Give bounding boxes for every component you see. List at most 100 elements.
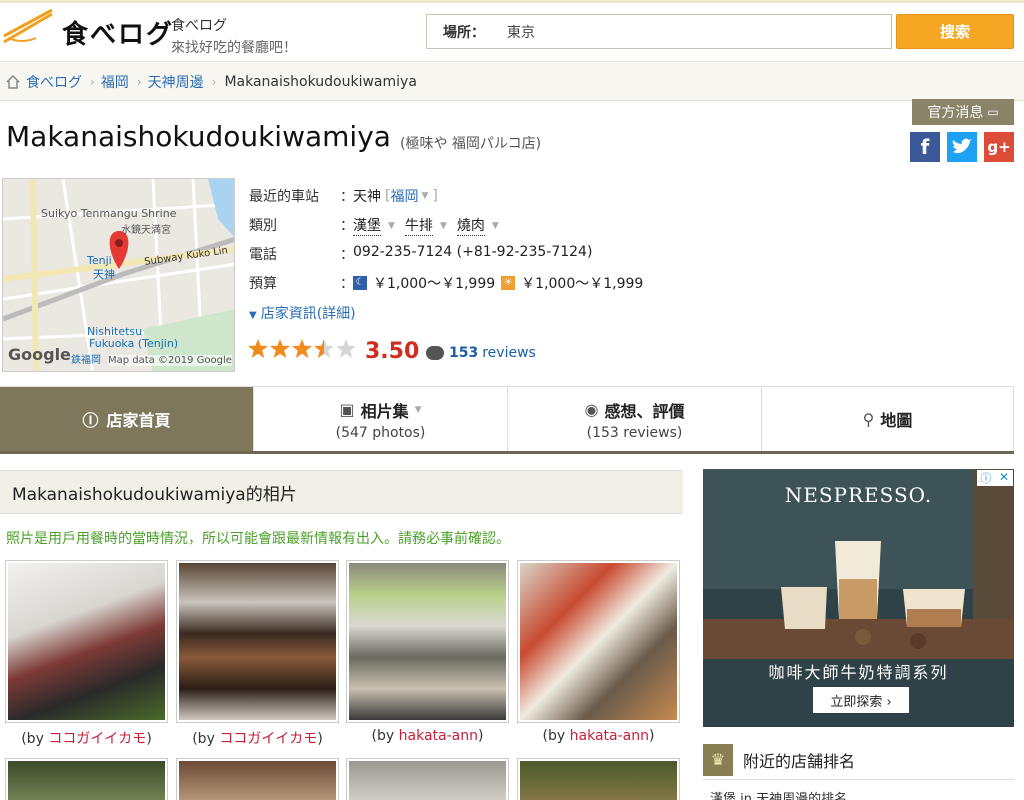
restaurant-subtitle: (極味や 福岡パルコ店) (400, 136, 542, 152)
genre-hamburger[interactable]: 漢堡 (353, 215, 381, 236)
search-location-label: 場所： (443, 24, 485, 41)
location-map[interactable]: Suikyo Tenmangu Shrine 水鏡天満宮 Subway Kuko… (2, 178, 235, 372)
map-label-shrine: Suikyo Tenmangu Shrine (41, 207, 177, 220)
tab-home[interactable]: Ⓘ 店家首頁 (0, 387, 254, 451)
photo-caption: (by ココガイイカモ) (21, 731, 152, 747)
expand-arrow-icon: ▼ (249, 310, 257, 321)
ad-choices[interactable]: ⓘ ✕ (977, 470, 1013, 486)
ad-close-icon[interactable]: ✕ (995, 470, 1013, 486)
photo-thumbnail[interactable] (5, 560, 168, 723)
budget-value: ☾ ￥1,000～￥1,999 ☀ ￥1,000～￥1,999 (353, 273, 643, 293)
budget-lunch: ￥1,000～￥1,999 (521, 276, 644, 292)
restaurant-tabs: Ⓘ 店家首頁 ▣ 相片集 ▼ (547 photos) ◉ 感想、評價 (153 rev… (0, 386, 1014, 454)
ad-info-icon[interactable]: ⓘ (977, 470, 995, 486)
facebook-share-icon[interactable]: f (910, 132, 940, 162)
tab-photos-label: 相片集 (360, 401, 409, 421)
tagline-brand: 食べログ (171, 18, 227, 34)
moon-dinner-icon: ☾ (353, 276, 367, 290)
photo-thumbnail[interactable] (176, 758, 339, 800)
photo-author-link[interactable]: hakata-ann (399, 728, 478, 744)
photo-thumbnail[interactable] (517, 758, 680, 800)
station-colon: ： (340, 189, 354, 205)
tab-map-label: 地圖 (880, 411, 913, 430)
google-logo[interactable]: Google (8, 345, 71, 364)
search-location-input[interactable] (507, 23, 867, 40)
genre-yakiniku[interactable]: 燒肉 (456, 215, 485, 236)
budget-colon: ： (340, 276, 354, 292)
ad-explore-button[interactable]: 立即探索 › (813, 687, 909, 713)
breadcrumb-fukuoka[interactable]: 福岡 (101, 72, 129, 92)
photo-thumbnail[interactable] (346, 560, 509, 723)
photo-author-link[interactable]: hakata-ann (570, 728, 649, 744)
map-label-shrine-jp: 水鏡天満宮 (121, 225, 171, 236)
site-logo[interactable]: 食べログ (62, 14, 174, 51)
twitter-share-icon[interactable] (947, 132, 977, 162)
genre-value: 漢堡 ▼ 牛排 ▼ 燒肉 ▼ (353, 215, 499, 236)
breadcrumb-tenjin[interactable]: 天神周邊 (148, 72, 204, 92)
budget-dinner: ￥1,000～￥1,999 (373, 276, 496, 292)
photo-caption: (by ココガイイカモ) (192, 731, 323, 747)
phone-value: 092-235-7124 (+81-92-235-7124) (353, 244, 593, 260)
official-news-button[interactable]: 官方消息 ▭ (912, 99, 1014, 125)
crown-icon: ♛ (703, 743, 733, 776)
photos-notice: 照片是用戶用餐時的當時情況，所以可能會跟最新情報有出入。請務必事前確認。 (6, 531, 510, 547)
photo-thumbnail[interactable] (176, 560, 339, 723)
reviews-label: reviews (482, 345, 536, 361)
reviews-count: 153 (449, 345, 479, 361)
tab-reviews-count: (153 reviews) (586, 424, 683, 441)
home-icon[interactable] (6, 74, 20, 89)
star-rating-icon (248, 339, 356, 358)
map-pin-icon: ⚲ (862, 409, 875, 429)
genre-steak[interactable]: 牛排 (404, 215, 433, 236)
tab-map[interactable]: ⚲ 地圖 (762, 387, 1014, 451)
restaurant-name: Makanaishokudoukiwamiya (6, 120, 391, 153)
photo-author-link[interactable]: ココガイイカモ (219, 731, 317, 747)
camera-icon: ▣ (339, 400, 355, 419)
advertisement-banner[interactable]: NESPRESSO. 咖啡大師牛奶特調系列 立即探索 › (703, 469, 1014, 727)
speech-bubble-icon: ▭ (987, 105, 999, 119)
map-label-station-jp: 鉄福岡 (71, 355, 101, 366)
photo-author-link[interactable]: ココガイイカモ (48, 731, 146, 747)
comment-icon: ◉ (584, 400, 599, 419)
tab-photos-count: (547 photos) (335, 424, 426, 441)
fork-knife-icon: Ⓘ (82, 411, 99, 430)
tab-home-label: 店家首頁 (106, 411, 171, 430)
station-area-link[interactable]: 福岡 (390, 186, 418, 206)
photos-section-title: Makanaishokudoukiwamiya的相片 (0, 470, 683, 514)
station-name: 天神 (353, 189, 381, 205)
breadcrumb: 食べログ › 福岡 › 天神周邊 › Makanaishokudoukiwami… (0, 63, 1024, 101)
breadcrumb-separator-icon: › (90, 74, 95, 89)
search-button[interactable]: 搜索 (896, 14, 1014, 49)
dropdown-arrow-icon[interactable]: ▼ (440, 221, 447, 231)
photo-caption: (by hakata-ann) (542, 728, 655, 744)
station-value: 天神 [ 福岡 ▼ ] (353, 186, 438, 206)
ad-headline: 咖啡大師牛奶特調系列 (768, 663, 949, 682)
tab-reviews[interactable]: ◉ 感想、評價 (153 reviews) (508, 387, 762, 451)
dropdown-arrow-icon: ▼ (414, 404, 422, 415)
station-label: 最近的車站 (249, 189, 319, 205)
store-details-label: 店家資訊(詳細) (260, 306, 356, 322)
genre-label: 類別 (249, 218, 277, 234)
dropdown-arrow-icon[interactable]: ▼ (492, 221, 499, 231)
rating-stars (247, 338, 359, 360)
nearby-ranking-subtitle: 漢堡 in 天神周邊的排名 (710, 792, 848, 800)
dropdown-arrow-icon[interactable]: ▼ (421, 191, 428, 201)
genre-colon: ： (340, 218, 354, 234)
chopsticks-logo-icon[interactable] (2, 8, 56, 48)
google-plus-share-icon[interactable]: g+ (984, 132, 1014, 162)
breadcrumb-tabelog[interactable]: 食べログ (26, 72, 82, 92)
phone-colon: ： (340, 247, 354, 263)
comment-icon (426, 346, 444, 360)
photo-thumbnail[interactable] (346, 758, 509, 800)
breadcrumb-separator-icon: › (211, 74, 217, 89)
map-label-fukuoka-tenjin: Fukuoka (Tenjin) (89, 337, 179, 350)
breadcrumb-current: Makanaishokudoukiwamiya (224, 73, 417, 90)
tab-photos[interactable]: ▣ 相片集 ▼ (547 photos) (254, 387, 508, 451)
tab-reviews-label: 感想、評價 (604, 401, 685, 421)
store-details-link[interactable]: ▼ 店家資訊(詳細) (249, 303, 356, 323)
photo-thumbnail[interactable] (517, 560, 680, 723)
sun-lunch-icon: ☀ (501, 276, 516, 290)
reviews-link[interactable]: 153 reviews (426, 345, 536, 361)
dropdown-arrow-icon[interactable]: ▼ (388, 221, 395, 231)
photo-thumbnail[interactable] (5, 758, 168, 800)
